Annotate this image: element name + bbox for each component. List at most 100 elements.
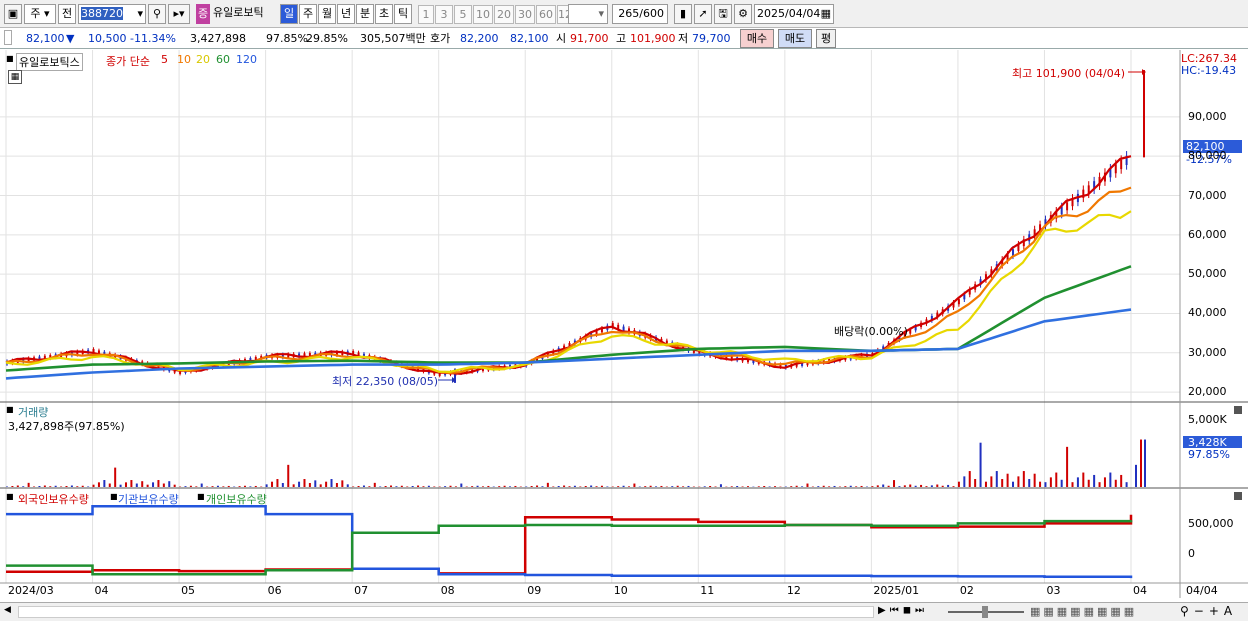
sell-button[interactable]: 매도 <box>778 29 812 48</box>
interval-dropdown[interactable]: ▾ <box>568 4 608 24</box>
code-value: 388720 <box>81 7 123 20</box>
volume-bar <box>1103 477 1106 487</box>
chevron-down-icon: ▾ <box>598 7 604 20</box>
foreign-legend: 외국인보유수량 <box>18 493 89 506</box>
individual-legend: 개인보유수량 <box>206 493 267 506</box>
period-5[interactable]: 초 <box>375 4 393 24</box>
low-price: 79,700 <box>692 32 731 45</box>
interval-20[interactable]: 20 <box>494 5 514 24</box>
volume-bar <box>395 486 398 487</box>
volume-bar <box>871 486 874 487</box>
period-4[interactable]: 분 <box>356 4 374 24</box>
zoom-controls[interactable]: ⚲−+A <box>1180 604 1237 618</box>
volume-bar <box>590 485 593 487</box>
high-label: 고 <box>616 32 627 45</box>
xaxis-label: 03 <box>1046 584 1061 597</box>
interval-5[interactable]: 5 <box>454 5 472 24</box>
volume-bar <box>173 484 176 487</box>
prev-button[interactable]: 전 <box>58 4 76 24</box>
scrollbar-track[interactable] <box>18 606 874 618</box>
gear-icon[interactable]: ⚙ <box>734 4 752 24</box>
volume-bar <box>487 485 490 487</box>
volume-bar <box>362 485 365 487</box>
chevron-down-icon[interactable]: ▾ <box>137 5 143 23</box>
count-input[interactable]: 265/600 <box>612 4 668 24</box>
period-3[interactable]: 년 <box>337 4 355 24</box>
zoom-slider-handle[interactable] <box>982 606 988 618</box>
current-price: 82,100 <box>26 32 65 45</box>
table-icon[interactable]: ▦ <box>8 70 22 84</box>
average-button[interactable]: 평 <box>816 29 836 48</box>
volume-scale-pct: 97.85% <box>1188 448 1230 461</box>
volume-bar <box>184 486 187 487</box>
volume-bar <box>1087 479 1090 487</box>
volume-bar <box>600 485 603 487</box>
volume-bar <box>211 486 214 487</box>
volume-bar <box>249 486 252 487</box>
search-icon[interactable]: ⚲ <box>148 4 166 24</box>
volume-bar <box>903 485 906 487</box>
hc-value: HC:-19.43 <box>1181 64 1237 77</box>
volume-bar <box>530 486 533 487</box>
code-input[interactable]: 388720 ▾ <box>78 4 146 24</box>
volume-bar <box>730 486 733 487</box>
volume-bar <box>135 483 138 487</box>
volume-bar <box>844 486 847 487</box>
date-input[interactable]: 2025/04/04 ▦ <box>754 4 834 24</box>
stock-chart[interactable] <box>0 50 1248 621</box>
volume: 3,427,898 <box>190 32 246 45</box>
price-tick: 20,000 <box>1188 385 1227 399</box>
speaker-icon[interactable]: ▸▾ <box>168 4 190 24</box>
calendar-icon[interactable]: ▦ <box>821 5 831 23</box>
buy-button[interactable]: 매수 <box>740 29 774 48</box>
xaxis-label: 07 <box>354 584 369 597</box>
volume-bar <box>49 486 52 487</box>
interval-1[interactable]: 1 <box>418 5 434 24</box>
tool-icons[interactable]: ▦▦▦▦▦▦▦▦ <box>1030 605 1137 618</box>
ma120-legend: 120 <box>236 53 257 66</box>
volume-bar <box>1076 477 1079 487</box>
volume-bar <box>806 483 809 487</box>
volume-bar <box>1071 482 1074 487</box>
volume-bar <box>1114 479 1117 487</box>
volume-bar <box>790 486 793 487</box>
volume-bar <box>968 471 971 487</box>
ma5-legend: 5 <box>161 53 168 66</box>
window-menu-icon[interactable]: ▣ <box>4 4 22 24</box>
close-icon[interactable] <box>1234 406 1242 414</box>
pane-bullet: ■ <box>6 54 14 63</box>
ma60-legend: 60 <box>216 53 230 66</box>
expand-icon[interactable] <box>4 30 12 45</box>
volume-bar <box>76 486 79 487</box>
candle-icon[interactable]: ▮ <box>674 4 692 24</box>
playback-controls[interactable]: ▶⏮◼⏭ <box>878 605 928 616</box>
interval-10[interactable]: 10 <box>473 5 493 24</box>
period-6[interactable]: 틱 <box>394 4 412 24</box>
period-0[interactable]: 일 <box>280 4 298 24</box>
close-icon[interactable] <box>1234 492 1242 500</box>
volume-bar <box>855 486 858 487</box>
volume-bar <box>103 480 106 487</box>
ma20-legend: 20 <box>196 53 210 66</box>
interval-30[interactable]: 30 <box>515 5 535 24</box>
period-2[interactable]: 월 <box>318 4 336 24</box>
draw-line-icon[interactable]: ➚ <box>694 4 712 24</box>
count-total: /600 <box>639 7 664 20</box>
save-icon[interactable]: 🖫 <box>714 4 732 24</box>
volume-bar <box>152 482 155 487</box>
quote-bar: 82,100 ▼ 10,500 -11.34% 3,427,898 97.85%… <box>0 28 1248 49</box>
volume-bar <box>925 486 928 487</box>
interval-3[interactable]: 3 <box>435 5 453 24</box>
volume-bar <box>687 485 690 487</box>
volume-bar <box>427 485 430 487</box>
high-note: 최고 101,900 (04/04) <box>1012 67 1126 80</box>
volume-bar <box>254 485 257 487</box>
volume-bar <box>1039 481 1042 487</box>
interval-60[interactable]: 60 <box>536 5 556 24</box>
volume-bar <box>319 484 322 487</box>
scroll-left-icon[interactable]: ◀ <box>4 605 16 619</box>
freq-selector[interactable]: 주 ▾ <box>24 4 56 24</box>
volume-bar <box>238 486 241 487</box>
stock-title[interactable]: 유일로보틱스 <box>16 53 83 71</box>
period-1[interactable]: 주 <box>299 4 317 24</box>
